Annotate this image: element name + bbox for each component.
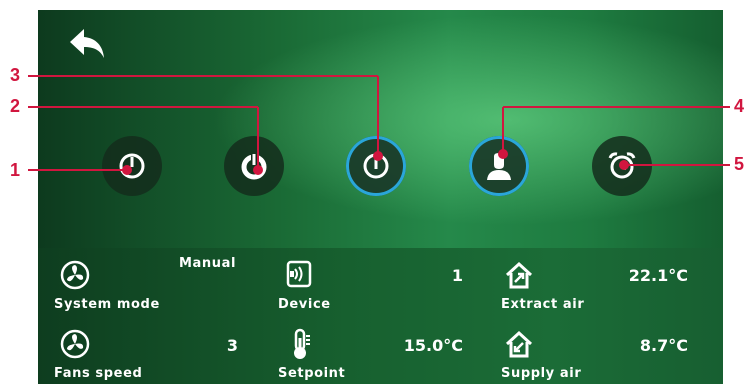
extract-air-value: 22.1°C: [628, 266, 688, 285]
manual-mode-button[interactable]: [102, 136, 162, 196]
auto-mode-button[interactable]: [346, 136, 406, 196]
power-icon: [241, 154, 267, 180]
supply-air-value: 8.7°C: [639, 336, 688, 355]
device-icon: [284, 259, 314, 289]
alarm-clock-icon: [608, 152, 636, 179]
setpoint-value: 15.0°C: [403, 336, 463, 355]
callout-1: 1: [10, 160, 21, 180]
manual-mode-icon: [119, 153, 145, 179]
system-mode-value: Manual: [179, 256, 237, 271]
device-label: Device: [278, 297, 331, 312]
supply-air-label: Supply air: [501, 366, 582, 381]
auto-mode-icon: [363, 153, 389, 179]
extract-air-label: Extract air: [501, 297, 585, 312]
back-arrow-icon: [70, 29, 104, 58]
callout-2: 2: [10, 96, 21, 116]
callout-3: 3: [10, 65, 21, 85]
power-mode-button[interactable]: [224, 136, 284, 196]
fans-speed-icon: [60, 329, 90, 359]
callout-4: 4: [734, 96, 745, 116]
alarm-mode-button[interactable]: [592, 136, 652, 196]
extract-air-house-icon: [504, 260, 534, 290]
fans-speed-value: 3: [226, 336, 238, 355]
user-profile-icon: [487, 153, 511, 180]
hvac-screen: System mode Manual Device 1 Extract air …: [38, 10, 723, 384]
callout-5: 5: [734, 154, 745, 174]
setpoint-label: Setpoint: [278, 366, 346, 381]
system-mode-label: System mode: [54, 297, 160, 312]
device-value: 1: [451, 266, 463, 285]
back-button[interactable]: [60, 20, 116, 68]
fan-icon: [60, 260, 90, 290]
thermometer-icon: [285, 328, 315, 359]
fans-speed-label: Fans speed: [54, 366, 143, 381]
user-profile-button[interactable]: [469, 136, 529, 196]
supply-air-house-icon: [504, 329, 534, 359]
